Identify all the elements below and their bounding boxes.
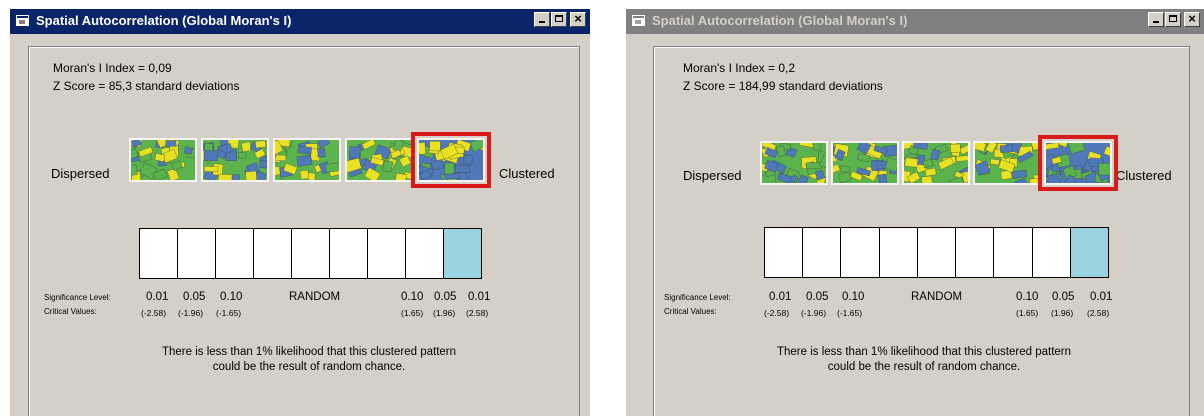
bin [994, 228, 1033, 277]
sig-level: 0.01 [146, 291, 169, 303]
sig-level: 0.10 [401, 291, 424, 303]
sig-level: 0.10 [220, 291, 243, 303]
bin [292, 229, 330, 278]
critical-value: (2.58) [466, 308, 489, 318]
critical-value: (-1.96) [178, 308, 204, 318]
caption-buttons: × [1147, 11, 1200, 27]
maximize-icon [555, 15, 563, 22]
caption-buttons: × [533, 11, 586, 27]
pattern-thumb-2 [831, 141, 899, 185]
critical-value: (-1.65) [216, 308, 242, 318]
critical-value: (1.65) [1016, 308, 1039, 318]
critical-values-label: Critical Values: [44, 307, 97, 316]
window-title: Spatial Autocorrelation (Global Moran's … [652, 13, 908, 28]
sig-level: 0.01 [468, 291, 491, 303]
minimize-button[interactable] [1148, 12, 1164, 27]
morans-i-window-1: Spatial Autocorrelation (Global Moran's … [10, 9, 590, 416]
sig-level: 0.01 [1090, 291, 1113, 303]
critical-value: (1.65) [401, 308, 424, 318]
clustered-label: Clustered [1116, 168, 1172, 183]
close-button[interactable]: × [570, 11, 586, 27]
title-bar[interactable]: Spatial Autocorrelation (Global Moran's … [626, 9, 1204, 34]
bin-selected [444, 229, 481, 278]
bin [1033, 228, 1071, 277]
bin [803, 228, 842, 277]
close-icon: × [574, 11, 582, 26]
pattern-thumb-4 [973, 141, 1041, 185]
close-button[interactable]: × [1184, 11, 1200, 27]
sig-level-random: RANDOM [289, 291, 341, 303]
bin [254, 229, 292, 278]
dispersed-label: Dispersed [51, 166, 110, 181]
pattern-thumb-random [902, 141, 970, 185]
sig-level: 0.10 [842, 291, 865, 303]
pattern-thumb-dispersed [129, 138, 197, 182]
maximize-button[interactable] [551, 12, 567, 27]
bin [918, 228, 957, 277]
morans-index-text: Moran's I Index = 0,09 [53, 61, 172, 75]
minimize-icon [1153, 21, 1159, 23]
z-score-text: Z Score = 184,99 standard deviations [683, 79, 883, 93]
bin [140, 229, 178, 278]
highlight-box [1038, 135, 1118, 191]
sig-level: 0.05 [806, 291, 829, 303]
sig-level: 0.01 [769, 291, 792, 303]
critical-value: (-2.58) [764, 308, 790, 318]
window-icon [632, 15, 645, 26]
bin [216, 229, 254, 278]
close-icon: × [1188, 11, 1196, 26]
highlight-box [411, 132, 491, 188]
bin [406, 229, 444, 278]
result-message-line1: There is less than 1% likelihood that th… [161, 346, 457, 358]
result-message: There is less than 1% likelihood that th… [89, 345, 529, 375]
sig-level-random: RANDOM [911, 291, 963, 303]
result-message: There is less than 1% likelihood that th… [704, 345, 1144, 375]
minimize-button[interactable] [534, 12, 550, 27]
dispersed-label: Dispersed [683, 168, 742, 183]
window-title: Spatial Autocorrelation (Global Moran's … [36, 13, 292, 28]
bin [841, 228, 880, 277]
clustered-label: Clustered [499, 166, 555, 181]
bin [330, 229, 368, 278]
maximize-icon [1169, 15, 1177, 22]
significance-bins [764, 227, 1109, 278]
bin [765, 228, 804, 277]
critical-value: (-2.58) [141, 308, 167, 318]
critical-value: (1.96) [433, 308, 456, 318]
critical-value: (-1.96) [801, 308, 827, 318]
sig-level: 0.05 [434, 291, 457, 303]
result-message-line2: could be the result of random chance. [827, 361, 1021, 373]
bin [178, 229, 216, 278]
pattern-thumb-4 [345, 138, 413, 182]
z-score-text: Z Score = 85,3 standard deviations [53, 79, 240, 93]
significance-level-label: Significance Level: [44, 293, 111, 302]
title-bar[interactable]: Spatial Autocorrelation (Global Moran's … [10, 9, 590, 34]
critical-value: (-1.65) [837, 308, 863, 318]
results-panel: Moran's I Index = 0,09 Z Score = 85,3 st… [28, 46, 580, 416]
critical-value: (2.58) [1087, 308, 1110, 318]
morans-index-text: Moran's I Index = 0,2 [683, 61, 796, 75]
sig-level: 0.05 [183, 291, 206, 303]
results-panel: Moran's I Index = 0,2 Z Score = 184,99 s… [653, 46, 1190, 416]
result-message-line2: could be the result of random chance. [212, 361, 406, 373]
bin [880, 228, 918, 277]
pattern-thumb-2 [201, 138, 269, 182]
window-icon [16, 15, 29, 26]
bin [368, 229, 406, 278]
critical-value: (1.96) [1051, 308, 1074, 318]
critical-values-label: Critical Values: [664, 307, 717, 316]
significance-level-label: Significance Level: [664, 293, 731, 302]
bin [956, 228, 995, 277]
morans-i-window-2: Spatial Autocorrelation (Global Moran's … [626, 9, 1204, 416]
pattern-thumb-random [273, 138, 341, 182]
sig-level: 0.05 [1052, 291, 1075, 303]
bin-selected [1070, 228, 1108, 277]
minimize-icon [539, 21, 545, 23]
sig-level: 0.10 [1016, 291, 1039, 303]
significance-bins [139, 228, 482, 279]
maximize-button[interactable] [1165, 12, 1181, 27]
pattern-thumb-dispersed [760, 141, 828, 185]
result-message-line1: There is less than 1% likelihood that th… [776, 346, 1072, 358]
